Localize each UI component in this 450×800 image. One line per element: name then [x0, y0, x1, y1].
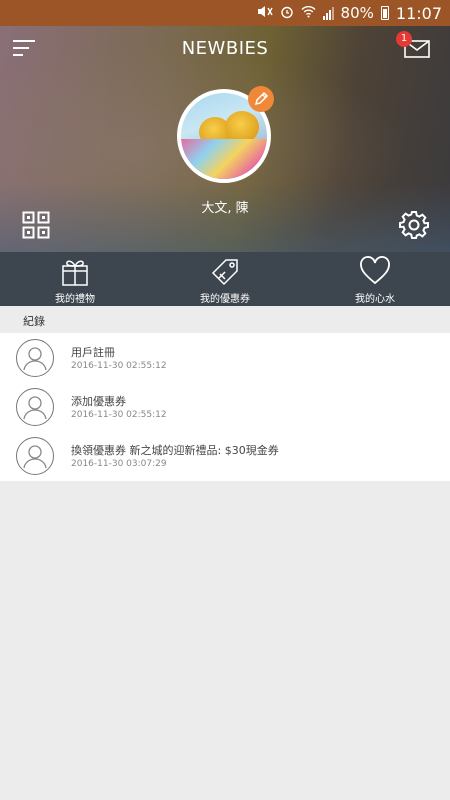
- tab-my-favorites[interactable]: 我的心水: [300, 252, 450, 306]
- coupon-icon: [209, 256, 241, 292]
- record-title: 添加優惠券: [71, 395, 126, 408]
- wifi-icon: [301, 5, 316, 21]
- tab-label: 我的心水: [355, 294, 395, 305]
- tab-my-coupons[interactable]: 我的優惠券: [150, 252, 300, 306]
- tab-label: 我的優惠券: [200, 294, 250, 305]
- tab-bar: 我的禮物 我的優惠券 我的心水: [0, 252, 450, 306]
- user-avatar-icon: [16, 339, 54, 377]
- mail-badge: 1: [396, 31, 412, 47]
- record-title: 換領優惠券 新之城的迎新禮品: $30現金券: [71, 444, 279, 457]
- tab-label: 我的禮物: [55, 294, 95, 305]
- list-item[interactable]: 用戶註冊 2016-11-30 02:55:12: [0, 333, 450, 382]
- pencil-icon: [254, 91, 269, 106]
- app-title: NEWBIES: [181, 38, 269, 59]
- battery-percent: 80%: [340, 4, 374, 22]
- profile-header: NEWBIES 1 大文, 陳: [0, 26, 450, 252]
- records-list: 用戶註冊 2016-11-30 02:55:12 添加優惠券 2016-11-3…: [0, 333, 450, 481]
- records-heading: 紀錄: [0, 306, 450, 333]
- user-avatar-icon: [16, 437, 54, 475]
- records-heading-label: 紀錄: [23, 315, 45, 328]
- user-avatar-icon: [16, 388, 54, 426]
- user-name: 大文, 陳: [201, 201, 249, 216]
- heart-icon: [359, 256, 391, 290]
- clock: 11:07: [395, 3, 442, 23]
- record-time: 2016-11-30 02:55:12: [71, 361, 167, 371]
- list-item[interactable]: 添加優惠券 2016-11-30 02:55:12: [0, 382, 450, 431]
- settings-gear-icon[interactable]: [399, 210, 429, 240]
- record-title: 用戶註冊: [71, 346, 115, 359]
- tab-my-gifts[interactable]: 我的禮物: [0, 252, 150, 306]
- edit-avatar-button[interactable]: [248, 86, 274, 112]
- list-item[interactable]: 換領優惠券 新之城的迎新禮品: $30現金券 2016-11-30 03:07:…: [0, 431, 450, 480]
- status-bar: 80% 11:07: [0, 0, 450, 26]
- alarm-icon: [280, 5, 294, 22]
- gift-icon: [61, 256, 89, 290]
- mute-icon: [257, 5, 273, 21]
- battery-icon: [380, 6, 389, 20]
- record-time: 2016-11-30 03:07:29: [71, 459, 167, 469]
- qr-code-icon[interactable]: [22, 211, 50, 239]
- signal-icon: [322, 6, 334, 20]
- record-time: 2016-11-30 02:55:12: [71, 410, 167, 420]
